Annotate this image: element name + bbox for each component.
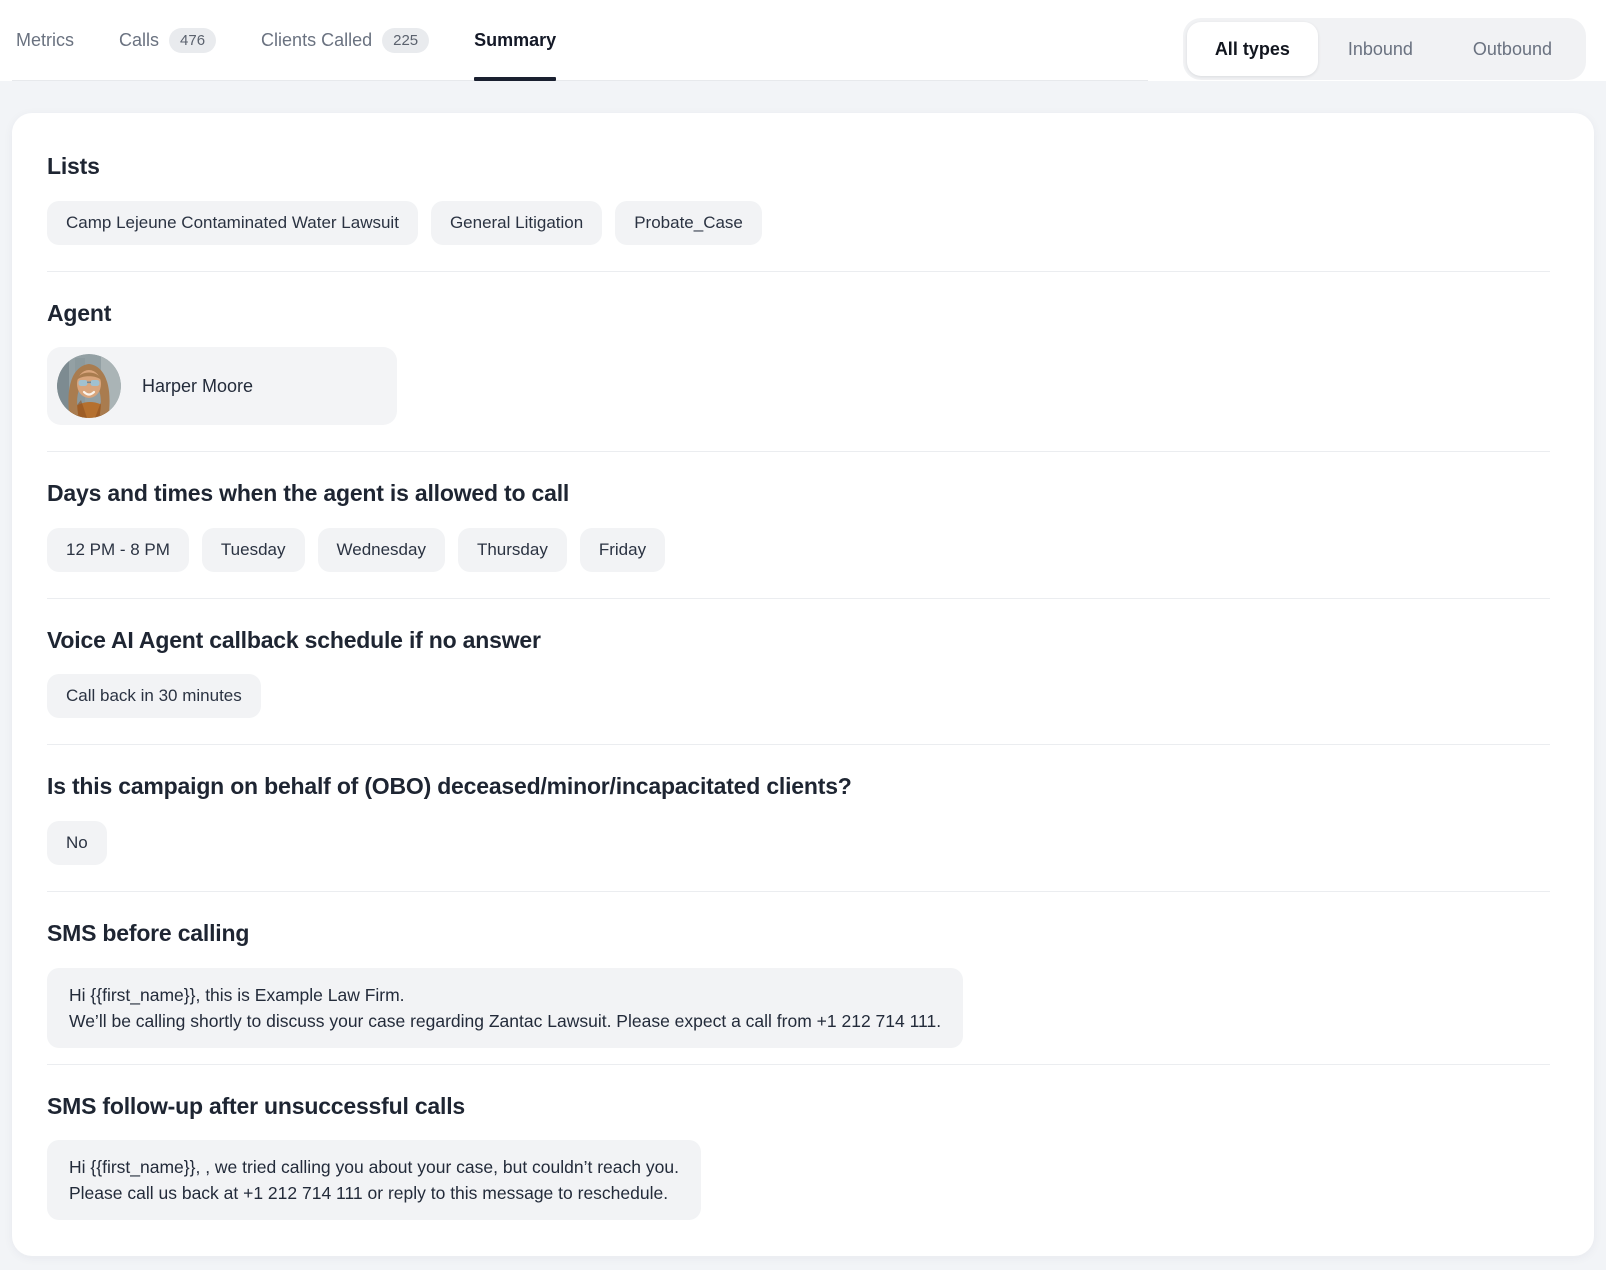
schedule-chip: Tuesday <box>202 528 305 572</box>
call-schedule-chips: 12 PM - 8 PM Tuesday Wednesday Thursday Frid… <box>47 528 1550 572</box>
sms-before-message: Hi {{first_name}}, this is Example Law F… <box>47 968 963 1048</box>
call-type-filter: All types Inbound Outbound <box>1183 18 1586 80</box>
callback-chip: Call back in 30 minutes <box>47 674 261 718</box>
lists-chips: Camp Lejeune Contaminated Water Lawsuit G… <box>47 201 1550 245</box>
obo-title: Is this campaign on behalf of (OBO) dece… <box>47 773 1550 801</box>
section-call-schedule: Days and times when the agent is allowed… <box>47 452 1550 599</box>
sms-line: Hi {{first_name}}, , we tried calling yo… <box>69 1154 679 1180</box>
schedule-chip: Thursday <box>458 528 567 572</box>
filter-outbound-button[interactable]: Outbound <box>1443 22 1582 76</box>
call-schedule-title: Days and times when the agent is allowed… <box>47 480 1550 508</box>
sms-line: Hi {{first_name}}, this is Example Law F… <box>69 982 941 1008</box>
section-sms-before: SMS before calling Hi {{first_name}}, th… <box>47 892 1550 1065</box>
tab-metrics-label: Metrics <box>16 30 74 51</box>
tab-clients-called-label: Clients Called <box>261 30 372 51</box>
filter-all-types-button[interactable]: All types <box>1187 22 1318 76</box>
lists-title: Lists <box>47 153 1550 181</box>
section-sms-followup: SMS follow-up after unsuccessful calls H… <box>47 1065 1550 1221</box>
list-chip: Probate_Case <box>615 201 762 245</box>
obo-chips: No <box>47 821 1550 865</box>
schedule-chip: 12 PM - 8 PM <box>47 528 189 572</box>
section-callback-schedule: Voice AI Agent callback schedule if no a… <box>47 599 1550 746</box>
agent-name: Harper Moore <box>142 376 253 397</box>
tab-bar: Metrics Calls 476 Clients Called 225 Sum… <box>0 0 1606 81</box>
schedule-chip: Wednesday <box>318 528 445 572</box>
sms-before-title: SMS before calling <box>47 920 1550 948</box>
list-chip: General Litigation <box>431 201 602 245</box>
section-lists: Lists Camp Lejeune Contaminated Water La… <box>47 153 1550 272</box>
callback-chips: Call back in 30 minutes <box>47 674 1550 718</box>
agent-title: Agent <box>47 300 1550 328</box>
tab-calls-label: Calls <box>119 30 159 51</box>
sms-line: Please call us back at +1 212 714 111 or… <box>69 1180 679 1206</box>
campaign-summary-card: Lists Camp Lejeune Contaminated Water La… <box>12 113 1594 1256</box>
clients-called-count-badge: 225 <box>382 28 429 53</box>
list-chip: Camp Lejeune Contaminated Water Lawsuit <box>47 201 418 245</box>
sms-followup-message: Hi {{first_name}}, , we tried calling yo… <box>47 1140 701 1220</box>
calls-count-badge: 476 <box>169 28 216 53</box>
callback-title: Voice AI Agent callback schedule if no a… <box>47 627 1550 655</box>
filter-inbound-button[interactable]: Inbound <box>1318 22 1443 76</box>
agent-avatar <box>57 354 121 418</box>
schedule-chip: Friday <box>580 528 665 572</box>
section-agent: Agent <box>47 272 1550 453</box>
agent-card: Harper Moore <box>47 347 397 425</box>
section-obo: Is this campaign on behalf of (OBO) dece… <box>47 745 1550 892</box>
tab-summary[interactable]: Summary <box>474 0 556 81</box>
sms-followup-title: SMS follow-up after unsuccessful calls <box>47 1093 1550 1121</box>
obo-answer-chip: No <box>47 821 107 865</box>
tab-clients-called[interactable]: Clients Called 225 <box>261 0 429 81</box>
sms-line: We’ll be calling shortly to discuss your… <box>69 1008 941 1034</box>
tab-metrics[interactable]: Metrics <box>16 0 74 81</box>
tab-summary-label: Summary <box>474 30 556 51</box>
tab-calls[interactable]: Calls 476 <box>119 0 216 81</box>
